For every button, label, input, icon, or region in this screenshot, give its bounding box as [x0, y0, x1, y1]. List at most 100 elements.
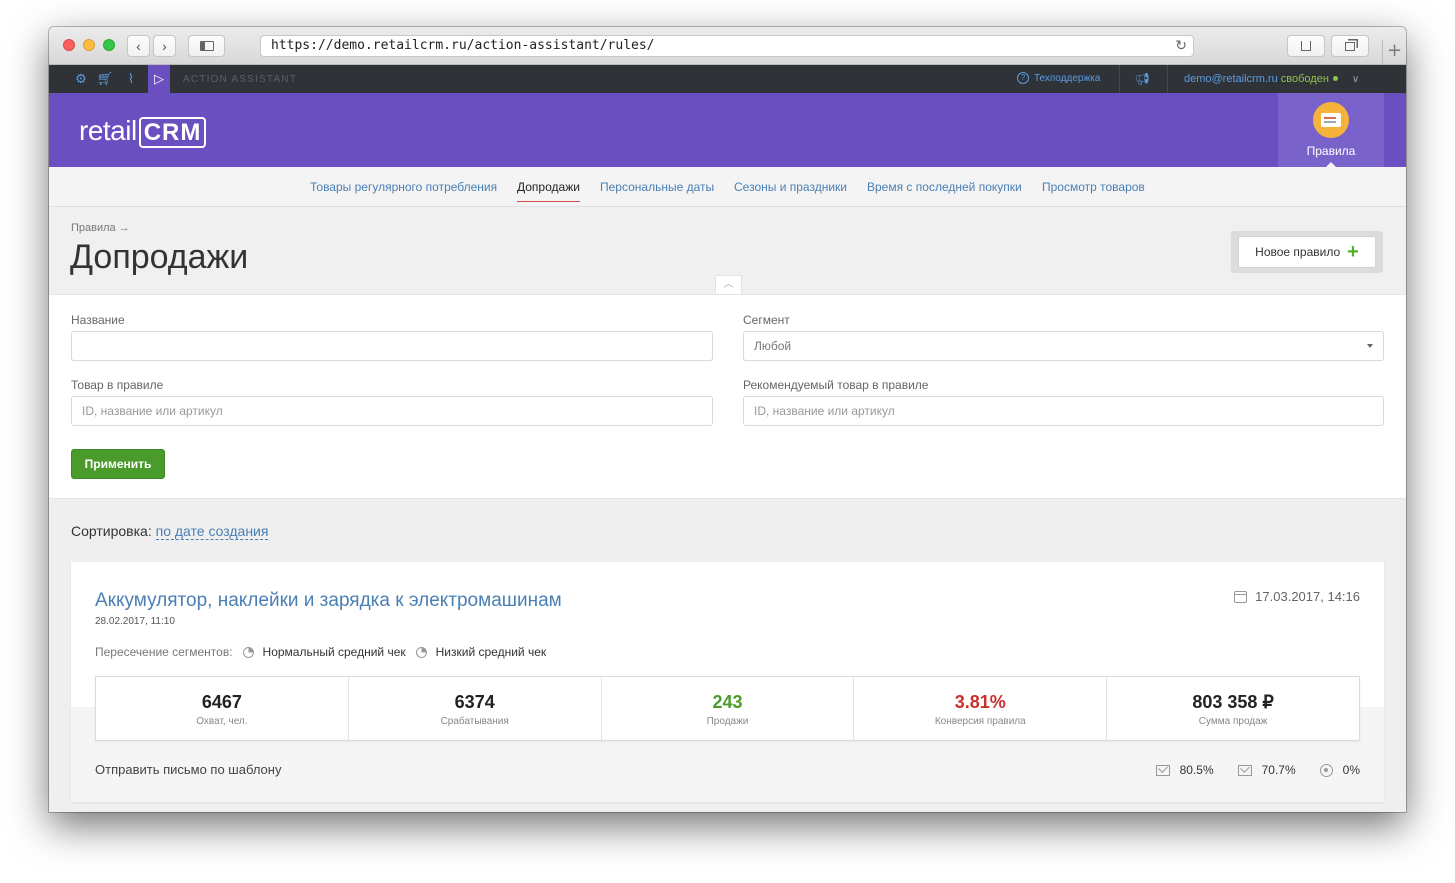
subnav-item-personal-dates[interactable]: Персональные даты [600, 180, 714, 194]
dropdown-arrow-icon [1367, 344, 1373, 348]
target-icon [1319, 763, 1333, 777]
close-window-button[interactable] [63, 39, 75, 51]
rule-title-link[interactable]: Аккумулятор, наклейки и зарядка к электр… [95, 590, 562, 612]
cart-icon[interactable]: 🛒︎ [97, 65, 114, 93]
chevron-up-icon: ︿ [723, 279, 734, 290]
sidebar-icon [199, 41, 214, 51]
stat-value: 6374 [454, 692, 495, 712]
stat-label: Охват, чел. [196, 716, 248, 727]
rule-card: Аккумулятор, наклейки и зарядка к электр… [71, 562, 1384, 802]
stat-label: Срабатывания [440, 716, 509, 727]
stat-revenue: 803 358 ₽ Сумма продаж [1107, 677, 1359, 740]
plus-icon: + [1347, 241, 1359, 263]
app-top-bar: ⚙ 🛒︎ ⌇ ▷ ACTION ASSISTANT ? Техподдержка… [49, 65, 1406, 93]
segment-tag: Нормальный средний чек [242, 645, 406, 659]
new-tab-button[interactable]: + [1382, 40, 1406, 65]
segments-row: Пересечение сегментов: Нормальный средни… [95, 645, 546, 659]
pie-chart-icon [415, 646, 427, 658]
user-email: demo@retailcrm.ru [1184, 73, 1278, 85]
segment-name: Низкий средний чек [435, 645, 547, 659]
help-icon: ? [1017, 72, 1029, 84]
chevron-down-icon[interactable]: ∨ [1352, 74, 1359, 85]
segments-label: Пересечение сегментов: [95, 645, 233, 659]
page-title: Допродажи [70, 238, 249, 276]
recommended-product-input[interactable]: ID, название или артикул [743, 396, 1384, 426]
rules-tab-label: Правила [1306, 144, 1356, 158]
chart-icon[interactable]: ⌇ [123, 65, 139, 93]
envelope-icon [1155, 764, 1170, 776]
subnav-item-upsell[interactable]: Допродажи [517, 180, 580, 202]
metric-value: 80.5% [1179, 763, 1214, 777]
stat-value: 3.81% [954, 692, 1006, 712]
megaphone-icon[interactable]: 📢︎ [1133, 65, 1151, 93]
segment-tag: Низкий средний чек [415, 645, 547, 659]
sorting-label: Сортировка: [71, 523, 152, 539]
metric-value: 0% [1342, 763, 1360, 777]
window-controls [63, 39, 115, 51]
stat-triggers: 6374 Срабатывания [349, 677, 602, 740]
tabs-overview-button[interactable] [1331, 35, 1369, 57]
product-input[interactable]: ID, название или артикул [71, 396, 713, 426]
share-button[interactable] [1287, 35, 1325, 57]
gear-icon[interactable]: ⚙ [73, 65, 89, 93]
back-button[interactable]: ‹ [127, 35, 150, 57]
stat-label: Продажи [706, 716, 749, 727]
browser-window: ‹ › https://demo.retailcrm.ru/action-ass… [49, 27, 1406, 812]
segment-select[interactable]: Любой [743, 331, 1384, 361]
segment-value: Любой [754, 339, 792, 353]
breadcrumb[interactable]: Правила → [71, 222, 130, 234]
stat-value: 6467 [201, 692, 242, 712]
support-link[interactable]: ? Техподдержка [1017, 72, 1100, 84]
pie-chart-icon [242, 646, 254, 658]
rule-updated-date: 17.03.2017, 14:16 [1255, 589, 1360, 604]
stat-conversion: 3.81% Конверсия правила [854, 677, 1108, 740]
rules-icon [1313, 102, 1349, 138]
section-label: ACTION ASSISTANT [183, 74, 298, 85]
stat-label: Конверсия правила [934, 716, 1026, 727]
new-rule-label: Новое правило [1255, 245, 1341, 259]
retailcrm-logo[interactable]: retail CRM [79, 115, 207, 148]
metric-delivered: 80.5% [1155, 763, 1214, 777]
rules-tab[interactable]: Правила [1278, 93, 1384, 168]
stat-label: Сумма продаж [1198, 716, 1268, 727]
sidebar-toggle-button[interactable] [188, 35, 225, 57]
recommended-product-label: Рекомендуемый товар в правиле [743, 378, 929, 392]
name-input[interactable] [71, 331, 713, 361]
stat-sales: 243 Продажи [602, 677, 855, 740]
app-header: retail CRM Правила [49, 93, 1406, 168]
new-rule-button[interactable]: Новое правило + [1238, 236, 1376, 268]
forward-button[interactable]: › [153, 35, 176, 57]
user-menu[interactable]: demo@retailcrm.ru свободен ∨ [1184, 73, 1359, 85]
rule-updated: 17.03.2017, 14:16 [1234, 589, 1360, 604]
filter-panel: Название Сегмент Любой Товар в правиле I… [49, 294, 1406, 499]
action-assistant-icon[interactable]: ▷ [148, 65, 170, 93]
minimize-window-button[interactable] [83, 39, 95, 51]
divider [1119, 65, 1120, 93]
stat-reach: 6467 Охват, чел. [96, 677, 349, 740]
status-dot [1332, 76, 1338, 81]
divider [1167, 65, 1168, 93]
subnav-item-seasons[interactable]: Сезоны и праздники [734, 180, 847, 194]
zoom-window-button[interactable] [103, 39, 115, 51]
metric-opened: 70.7% [1237, 763, 1296, 777]
tabs-icon [1345, 41, 1355, 51]
subnav-item-product-views[interactable]: Просмотр товаров [1042, 180, 1145, 194]
sorting-link[interactable]: по дате создания [155, 523, 269, 540]
reload-icon[interactable]: ↻ [1175, 36, 1187, 56]
product-label: Товар в правиле [71, 378, 164, 392]
stat-value: 803 358 ₽ [1192, 692, 1274, 712]
address-bar[interactable]: https://demo.retailcrm.ru/action-assista… [260, 35, 1194, 57]
subnav-item-regular-goods[interactable]: Товары регулярного потребления [310, 180, 497, 194]
segment-label: Сегмент [743, 313, 790, 327]
apply-button[interactable]: Применить [71, 449, 165, 479]
chevron-left-icon: ‹ [136, 38, 141, 54]
logo-crm: CRM [138, 117, 207, 148]
new-rule-wrapper: Новое правило + [1231, 231, 1383, 273]
sorting: Сортировка: по дате создания [71, 523, 269, 540]
page-head: Правила → Допродажи Новое правило + ︿ [49, 207, 1406, 295]
subnav-item-since-last-purchase[interactable]: Время с последней покупки [867, 180, 1022, 194]
envelope-open-icon [1237, 764, 1252, 776]
metric-clicked: 0% [1319, 763, 1360, 777]
collapse-filters-button[interactable]: ︿ [715, 275, 742, 295]
stat-value: 243 [712, 692, 743, 712]
